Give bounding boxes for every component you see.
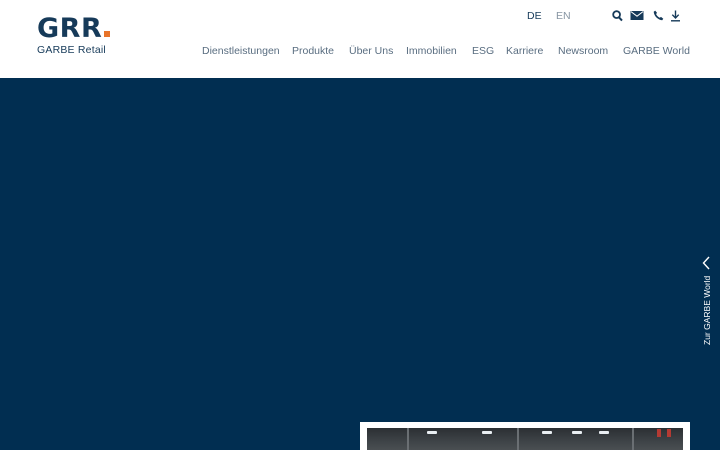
main-navigation: Dienstleistungen Produkte Über Uns Immob… bbox=[0, 45, 720, 59]
search-icon[interactable] bbox=[612, 10, 623, 22]
phone-icon[interactable] bbox=[653, 10, 664, 22]
teaser-card[interactable] bbox=[360, 422, 690, 450]
nav-newsroom[interactable]: Newsroom bbox=[558, 45, 608, 57]
site-header: GRR GARBE Retail DE EN Dienstleistungen … bbox=[0, 0, 720, 78]
language-de[interactable]: DE bbox=[527, 10, 542, 22]
language-en[interactable]: EN bbox=[556, 10, 571, 22]
nav-ueber-uns[interactable]: Über Uns bbox=[349, 45, 393, 57]
chevron-left-icon bbox=[702, 256, 710, 275]
side-tab-label: Zur GARBE World bbox=[702, 275, 712, 345]
nav-garbe-world[interactable]: GARBE World bbox=[623, 45, 690, 57]
nav-immobilien[interactable]: Immobilien bbox=[406, 45, 457, 57]
nav-produkte[interactable]: Produkte bbox=[292, 45, 334, 57]
hero-section bbox=[0, 78, 720, 450]
teaser-image bbox=[367, 428, 683, 450]
download-icon[interactable] bbox=[670, 10, 681, 22]
garbe-world-side-tab[interactable]: Zur GARBE World bbox=[694, 250, 720, 354]
logo-dot-icon bbox=[104, 31, 111, 37]
logo-mark: GRR bbox=[37, 15, 111, 42]
nav-karriere[interactable]: Karriere bbox=[506, 45, 543, 57]
nav-dienstleistungen[interactable]: Dienstleistungen bbox=[202, 45, 280, 57]
mail-icon[interactable] bbox=[630, 10, 644, 22]
nav-esg[interactable]: ESG bbox=[472, 45, 494, 57]
